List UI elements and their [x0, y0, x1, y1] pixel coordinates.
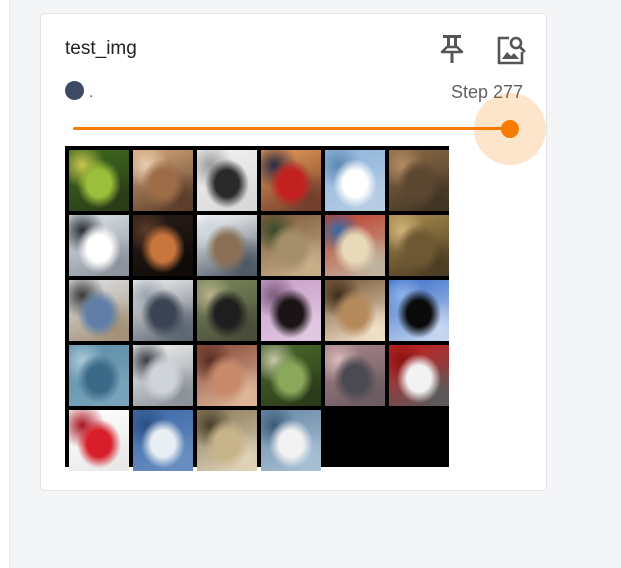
image-thumbnail	[69, 345, 129, 406]
view-image-button[interactable]	[495, 34, 527, 66]
slider-thumb[interactable]	[501, 120, 519, 138]
image-thumbnail	[325, 215, 385, 276]
image-thumbnail	[389, 280, 449, 341]
slider-track	[73, 127, 510, 130]
image-thumbnail	[197, 150, 257, 211]
image-thumbnail	[69, 150, 129, 211]
image-thumbnail	[261, 150, 321, 211]
image-thumbnail	[69, 215, 129, 276]
image-thumbnail	[133, 410, 193, 471]
image-thumbnail	[69, 410, 129, 471]
image-thumbnail	[69, 280, 129, 341]
image-thumbnail	[197, 345, 257, 406]
image-thumbnail	[261, 410, 321, 471]
image-thumbnail	[261, 215, 321, 276]
image-thumbnail	[389, 215, 449, 276]
image-thumbnail	[133, 345, 193, 406]
image-thumbnail	[389, 345, 449, 406]
pin-icon	[440, 35, 464, 63]
image-thumbnail	[325, 280, 385, 341]
image-thumbnail	[389, 150, 449, 211]
image-thumbnail	[261, 345, 321, 406]
run-color-dot	[65, 81, 84, 100]
card-title: test_img	[65, 38, 137, 59]
image-thumbnail	[325, 345, 385, 406]
step-slider[interactable]	[73, 93, 546, 165]
image-thumbnail	[325, 150, 385, 211]
image-thumbnail	[197, 410, 257, 471]
image-thumbnail	[133, 215, 193, 276]
image-thumbnail	[197, 215, 257, 276]
image-thumbnail	[133, 150, 193, 211]
image-card: test_img . Step 277	[40, 13, 547, 491]
left-edge-strip	[0, 0, 9, 568]
image-thumbnail	[261, 280, 321, 341]
run-name: .	[89, 84, 94, 101]
image-thumbnail	[197, 280, 257, 341]
pin-button[interactable]	[439, 33, 465, 65]
image-thumbnail	[133, 280, 193, 341]
image-grid	[65, 146, 449, 471]
image-search-icon	[497, 36, 526, 65]
